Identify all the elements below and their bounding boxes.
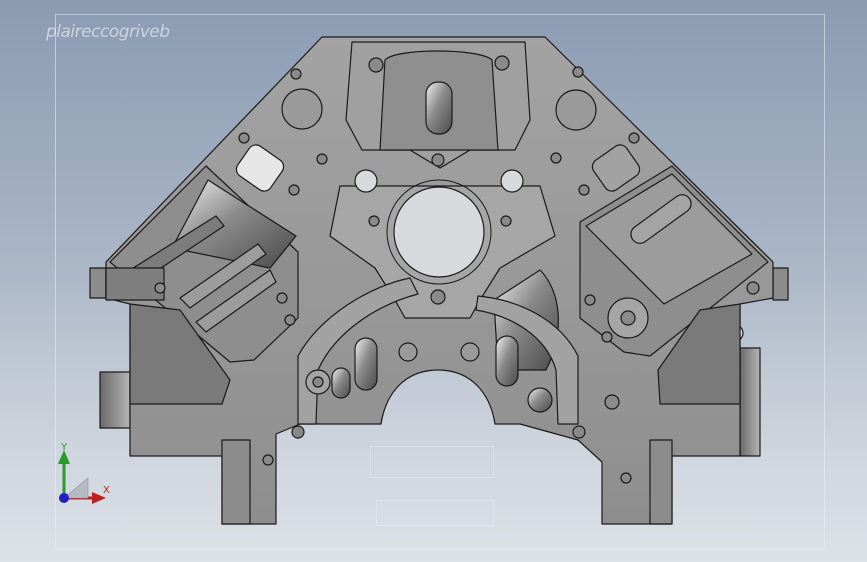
right-side-face — [739, 347, 761, 457]
x-axis-label: X — [103, 485, 110, 496]
coordinate-triad: Y X — [44, 438, 124, 518]
graphics-viewport[interactable]: plaireccogriveb Y X — [0, 0, 867, 562]
cam-bore — [393, 186, 485, 278]
y-axis-label: Y — [61, 442, 68, 453]
lifter-bore — [425, 81, 453, 135]
left-ear — [89, 267, 107, 299]
triad-icon — [58, 450, 106, 504]
right-ear — [772, 267, 789, 301]
left-side-face — [99, 371, 131, 429]
engine-block-model[interactable] — [0, 0, 867, 562]
